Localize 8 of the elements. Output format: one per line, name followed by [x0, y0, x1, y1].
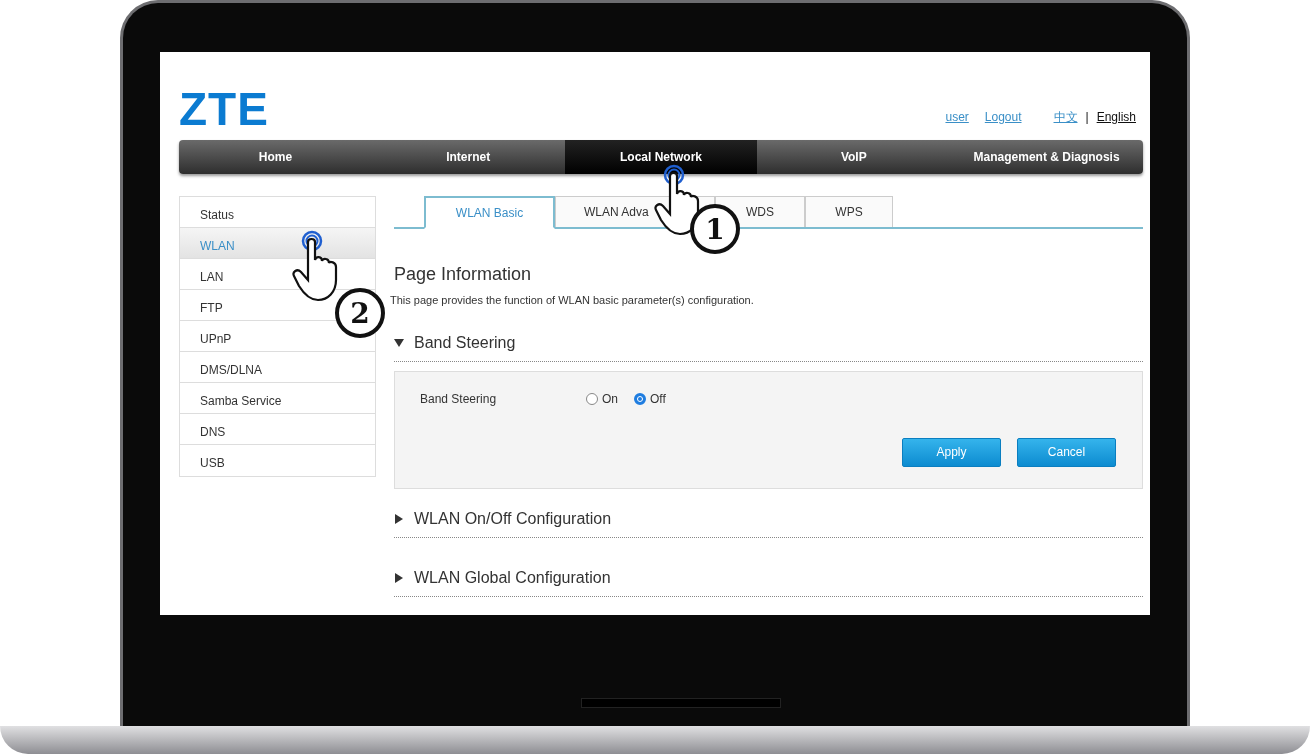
step-number-tooltip: 1 [690, 204, 740, 254]
field-label: Band Steering [420, 390, 498, 408]
page-description: This page provides the function of WLAN basic parameter(s) configuration. [390, 293, 755, 308]
separator: | [1085, 109, 1089, 126]
radio-label: On [602, 390, 618, 408]
page-title: Page Information [394, 263, 533, 286]
radio-label: Off [650, 390, 666, 408]
logo: ZTE [179, 86, 269, 132]
